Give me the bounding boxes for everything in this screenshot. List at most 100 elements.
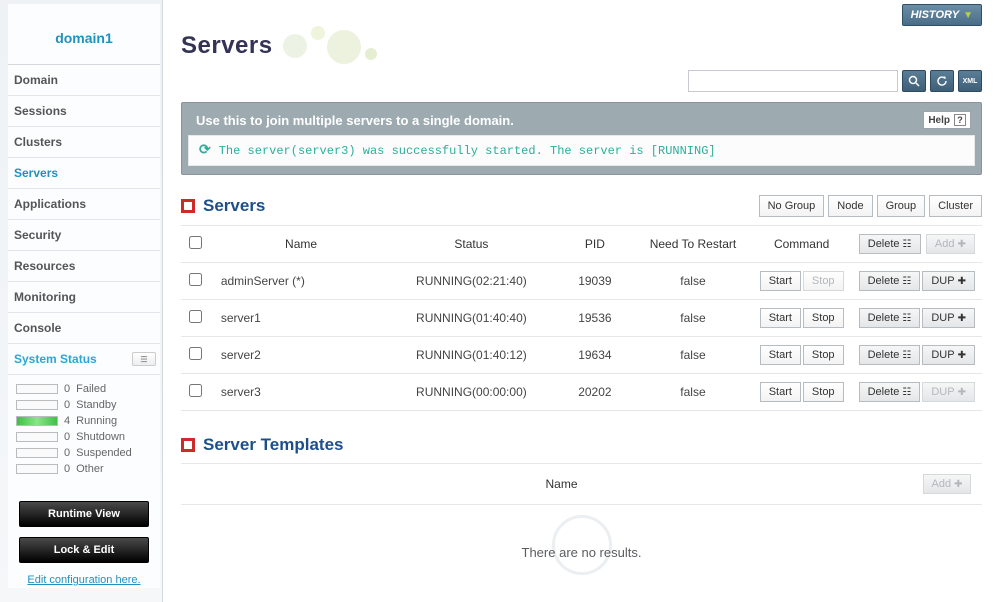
cell-pid: 19634 bbox=[556, 337, 635, 374]
delete-button[interactable]: Delete☷ bbox=[859, 382, 921, 402]
start-button[interactable]: Start bbox=[760, 308, 801, 328]
table-row: server3RUNNING(00:00:00)20202false StartS… bbox=[181, 374, 982, 411]
sidebar-item-clusters[interactable]: Clusters bbox=[8, 127, 160, 158]
refresh-status-icon: ⟳ bbox=[199, 142, 211, 159]
plus-icon: ✚ bbox=[958, 276, 966, 287]
status-failed: 0Failed bbox=[10, 381, 160, 397]
plus-icon: ✚ bbox=[958, 387, 966, 398]
question-icon: ? bbox=[954, 114, 966, 126]
cell-status: RUNNING(02:21:40) bbox=[387, 263, 555, 300]
delete-button[interactable]: Delete☷ bbox=[859, 345, 921, 365]
duplicate-button: DUP✚ bbox=[922, 382, 975, 402]
plus-icon: ✚ bbox=[957, 239, 965, 250]
duplicate-button[interactable]: DUP✚ bbox=[922, 345, 975, 365]
sidebar-item-monitoring[interactable]: Monitoring bbox=[8, 282, 160, 313]
stop-button[interactable]: Stop bbox=[803, 382, 844, 402]
sidebar: domain1 Domain Sessions Clusters Servers… bbox=[0, 0, 163, 602]
system-status-list: 0Failed 0Standby 4Running 0Shutdown 0Sus… bbox=[8, 375, 160, 487]
templates-section-title: Server Templates bbox=[181, 435, 343, 455]
table-row: server2RUNNING(01:40:12)19634falseStartS… bbox=[181, 337, 982, 374]
system-status-header: System Status ☰ bbox=[8, 344, 160, 375]
history-label: HISTORY bbox=[911, 9, 960, 21]
delete-selected-button[interactable]: Delete☷ bbox=[859, 234, 921, 254]
cell-pid: 19536 bbox=[556, 300, 635, 337]
row-checkbox[interactable] bbox=[189, 347, 202, 360]
node-button[interactable]: Node bbox=[828, 195, 872, 217]
start-button[interactable]: Start bbox=[760, 345, 801, 365]
info-description: Use this to join multiple servers to a s… bbox=[196, 113, 514, 128]
main-content: HISTORY ▼ Servers XML Use th bbox=[163, 0, 994, 602]
templates-table: Name Add✚ bbox=[181, 463, 982, 505]
sidebar-item-security[interactable]: Security bbox=[8, 220, 160, 251]
status-running: 4Running bbox=[10, 413, 160, 429]
cell-status: RUNNING(00:00:00) bbox=[387, 374, 555, 411]
lock-edit-button[interactable]: Lock & Edit bbox=[19, 537, 149, 563]
delete-button[interactable]: Delete☷ bbox=[859, 308, 921, 328]
add-template-button[interactable]: Add✚ bbox=[923, 474, 972, 494]
group-button[interactable]: Group bbox=[877, 195, 926, 217]
history-button[interactable]: HISTORY ▼ bbox=[902, 4, 982, 26]
duplicate-button[interactable]: DUP✚ bbox=[922, 308, 975, 328]
sidebar-item-sessions[interactable]: Sessions bbox=[8, 96, 160, 127]
col-restart: Need To Restart bbox=[634, 226, 751, 263]
search-input[interactable] bbox=[688, 70, 898, 92]
tmpl-col-name: Name bbox=[211, 464, 912, 505]
refresh-icon[interactable] bbox=[930, 70, 954, 92]
cell-name: server3 bbox=[211, 374, 387, 411]
stack-delete-icon: ☷ bbox=[902, 276, 911, 287]
status-shutdown: 0Shutdown bbox=[10, 429, 160, 445]
cell-restart: false bbox=[634, 300, 751, 337]
start-button[interactable]: Start bbox=[760, 382, 801, 402]
cell-name: adminServer (*) bbox=[211, 263, 387, 300]
add-server-button[interactable]: Add✚ bbox=[926, 234, 975, 254]
search-icon[interactable] bbox=[902, 70, 926, 92]
info-box: Use this to join multiple servers to a s… bbox=[181, 102, 982, 175]
col-status: Status bbox=[387, 226, 555, 263]
table-row: server1RUNNING(01:40:40)19536falseStartS… bbox=[181, 300, 982, 337]
status-other: 0Other bbox=[10, 461, 160, 477]
select-all-checkbox[interactable] bbox=[189, 236, 202, 249]
sidebar-item-console[interactable]: Console bbox=[8, 313, 160, 344]
table-row: adminServer (*)RUNNING(02:21:40)19039fal… bbox=[181, 263, 982, 300]
cell-pid: 20202 bbox=[556, 374, 635, 411]
section-icon bbox=[181, 199, 195, 213]
export-xml-icon[interactable]: XML bbox=[958, 70, 982, 92]
no-group-button[interactable]: No Group bbox=[759, 195, 825, 217]
status-message: ⟳ The server(server3) was successfully s… bbox=[188, 135, 975, 166]
servers-section-title: Servers bbox=[181, 196, 265, 216]
sidebar-item-domain[interactable]: Domain bbox=[8, 65, 160, 96]
cell-restart: false bbox=[634, 263, 751, 300]
plus-icon: ✚ bbox=[958, 313, 966, 324]
stop-button[interactable]: Stop bbox=[803, 308, 844, 328]
plus-icon: ✚ bbox=[958, 350, 966, 361]
sidebar-item-resources[interactable]: Resources bbox=[8, 251, 160, 282]
sidebar-item-servers[interactable]: Servers bbox=[8, 158, 160, 189]
status-card-icon[interactable]: ☰ bbox=[132, 352, 156, 366]
delete-button[interactable]: Delete☷ bbox=[859, 271, 921, 291]
duplicate-button[interactable]: DUP✚ bbox=[922, 271, 975, 291]
runtime-view-button[interactable]: Runtime View bbox=[19, 501, 149, 527]
col-name: Name bbox=[211, 226, 387, 263]
sidebar-item-applications[interactable]: Applications bbox=[8, 189, 160, 220]
stop-button[interactable]: Stop bbox=[803, 345, 844, 365]
row-checkbox[interactable] bbox=[189, 273, 202, 286]
page-title: Servers bbox=[181, 26, 443, 66]
edit-config-link[interactable]: Edit configuration here. bbox=[24, 573, 144, 588]
start-button[interactable]: Start bbox=[760, 271, 801, 291]
plus-icon: ✚ bbox=[954, 479, 962, 490]
cell-pid: 19039 bbox=[556, 263, 635, 300]
stop-button: Stop bbox=[803, 271, 844, 291]
cluster-button[interactable]: Cluster bbox=[929, 195, 982, 217]
help-button[interactable]: Help? bbox=[923, 111, 971, 129]
servers-table: Name Status PID Need To Restart Command … bbox=[181, 225, 982, 411]
cell-restart: false bbox=[634, 337, 751, 374]
system-status-title: System Status bbox=[14, 352, 97, 366]
col-command: Command bbox=[752, 226, 852, 263]
cell-name: server2 bbox=[211, 337, 387, 374]
cell-restart: false bbox=[634, 374, 751, 411]
sidebar-nav: Domain Sessions Clusters Servers Applica… bbox=[8, 65, 160, 344]
stack-delete-icon: ☷ bbox=[902, 350, 911, 361]
row-checkbox[interactable] bbox=[189, 310, 202, 323]
row-checkbox[interactable] bbox=[189, 384, 202, 397]
cell-status: RUNNING(01:40:40) bbox=[387, 300, 555, 337]
